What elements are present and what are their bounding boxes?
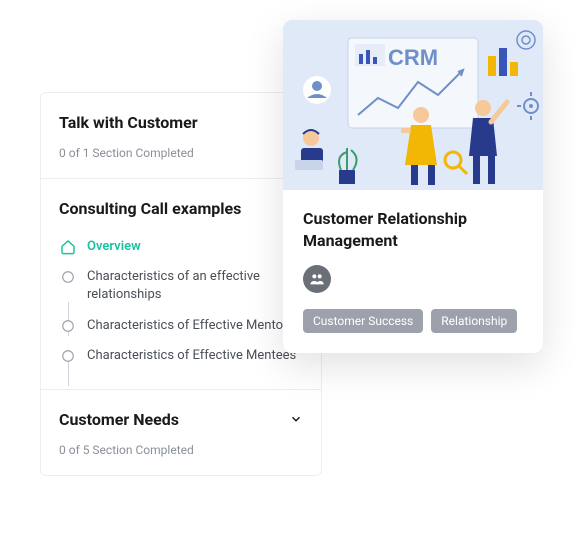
- section-header[interactable]: Consulting Call examples: [41, 179, 321, 232]
- section-header[interactable]: Talk with Customer: [41, 93, 321, 146]
- lesson-item-overview[interactable]: Overview: [59, 232, 303, 262]
- lesson-item[interactable]: Characteristics of an effective relation…: [59, 262, 303, 310]
- illustration-heading: CRM: [388, 45, 438, 70]
- section-header[interactable]: Customer Needs: [41, 390, 321, 443]
- section-title: Talk with Customer: [59, 113, 198, 132]
- chevron-down-icon: [289, 412, 303, 426]
- section-status: 0 of 5 Section Completed: [41, 443, 321, 475]
- lesson-label: Characteristics of Effective Mentors: [87, 317, 294, 335]
- lesson-label: Characteristics of Effective Mentees: [87, 347, 296, 365]
- lesson-item[interactable]: Characteristics of Effective Mentors: [59, 311, 303, 341]
- lesson-label: Characteristics of an effective relation…: [87, 268, 303, 304]
- section-items: Overview Characteristics of an effective…: [41, 232, 321, 389]
- card-body: Customer Relationship Management Custome…: [283, 190, 543, 353]
- circle-icon: [59, 268, 77, 286]
- lesson-item[interactable]: Characteristics of Effective Mentees: [59, 341, 303, 371]
- section-title: Customer Needs: [59, 410, 179, 429]
- lesson-label: Overview: [87, 238, 141, 256]
- home-icon: [59, 238, 77, 256]
- card-illustration: CRM: [283, 20, 543, 190]
- circle-icon: [59, 347, 77, 365]
- tag[interactable]: Customer Success: [303, 309, 423, 333]
- card-tags: Customer Success Relationship: [303, 309, 523, 333]
- section-status: 0 of 1 Section Completed: [41, 146, 321, 178]
- section-consulting-call-examples: Consulting Call examples Overview Charac…: [41, 179, 321, 390]
- section-talk-with-customer: Talk with Customer 0 of 1 Section Comple…: [41, 93, 321, 179]
- course-card-crm[interactable]: CRM: [283, 20, 543, 353]
- course-outline-panel: Talk with Customer 0 of 1 Section Comple…: [40, 92, 322, 476]
- card-title: Customer Relationship Management: [303, 208, 523, 251]
- circle-icon: [59, 317, 77, 335]
- people-icon: [303, 265, 331, 293]
- section-title: Consulting Call examples: [59, 199, 241, 218]
- tag[interactable]: Relationship: [431, 309, 517, 333]
- crm-illustration-icon: CRM: [283, 20, 543, 190]
- section-customer-needs: Customer Needs 0 of 5 Section Completed: [41, 390, 321, 475]
